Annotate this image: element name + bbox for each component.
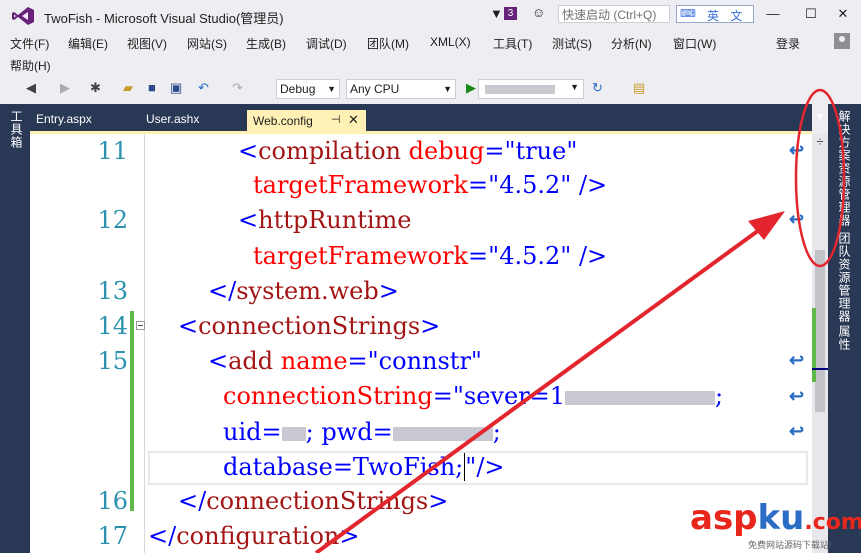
watermark-tagline: 免费网站源码下载站! [748,540,832,550]
watermark-brand-c: .com [804,510,861,535]
annotation-ellipse [794,88,846,268]
watermark-logo: aspku.com [690,498,861,538]
annotation-overlay [314,88,846,553]
watermark-brand-b: ku [757,498,805,538]
watermark-brand-a: asp [690,498,758,538]
watermark: aspku.com 免费网站源码下载站! [690,498,861,553]
